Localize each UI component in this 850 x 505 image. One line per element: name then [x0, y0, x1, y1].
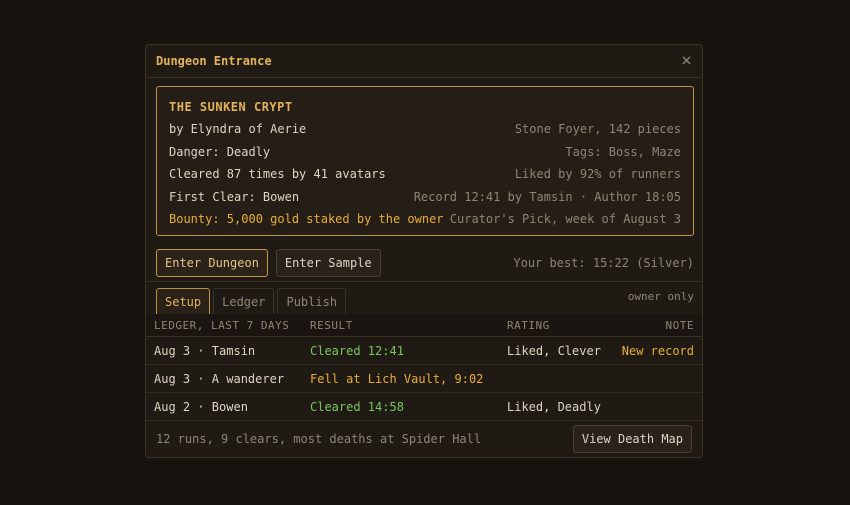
ledger-table: LEDGER, LAST 7 DAYS RESULT RATING NOTE A… [146, 314, 702, 421]
dialog-titlebar: Dungeon Entrance × [146, 45, 702, 78]
tab-ledger[interactable]: Ledger [213, 288, 275, 314]
dialog-footer: 12 runs, 9 clears, most deaths at Spider… [146, 420, 702, 457]
column-header-rating: RATING [507, 318, 550, 332]
column-header-note: NOTE [665, 318, 694, 332]
row-who: Aug 2 · Bowen [154, 399, 248, 414]
owner-only-note: owner only [627, 290, 694, 303]
action-bar: Enter Dungeon Enter Sample Your best: 15… [156, 248, 694, 278]
enter-dungeon-button[interactable]: Enter Dungeon [156, 249, 268, 277]
column-header-ledger: LEDGER, LAST 7 DAYS [154, 318, 290, 332]
info-row: by Elyndra of Aerie Stone Foyer, 142 pie… [169, 118, 681, 141]
dungeon-name: THE SUNKEN CRYPT [169, 100, 293, 114]
dungeon-entrance-dialog: Dungeon Entrance × THE SUNKEN CRYPT by E… [145, 44, 703, 458]
room-info: Stone Foyer, 142 pieces [514, 122, 681, 136]
curator-pick: Curator's Pick, week of August 3 [449, 212, 681, 226]
personal-best: Your best: 15:22 (Silver) [513, 256, 694, 270]
row-rating: Liked, Clever [507, 343, 601, 358]
enter-sample-button[interactable]: Enter Sample [275, 249, 381, 277]
author: by Elyndra of Aerie [169, 122, 307, 136]
table-header: LEDGER, LAST 7 DAYS RESULT RATING NOTE [146, 314, 702, 337]
close-icon[interactable]: × [681, 52, 692, 70]
tab-setup[interactable]: Setup [156, 288, 211, 314]
tab-publish[interactable]: Publish [277, 288, 347, 314]
like-ratio: Liked by 92% of runners [514, 167, 681, 181]
info-row: First Clear: Bowen Record 12:41 by Tamsi… [169, 186, 681, 209]
row-result: Cleared 12:41 [310, 343, 404, 358]
danger-level: Danger: Deadly [169, 144, 271, 159]
bounty: Bounty: 5,000 gold staked by the owner [169, 212, 444, 226]
table-row[interactable]: Aug 2 · Bowen Cleared 14:58 Liked, Deadl… [146, 393, 702, 421]
first-clear: First Clear: Bowen [169, 189, 300, 204]
info-row: Cleared 87 times by 41 avatars Liked by … [169, 163, 681, 186]
run-summary: 12 runs, 9 clears, most deaths at Spider… [156, 432, 482, 446]
column-header-result: RESULT [310, 318, 353, 332]
view-death-map-button[interactable]: View Death Map [572, 425, 692, 453]
row-note: New record [621, 343, 694, 358]
tags: Tags: Boss, Maze [565, 144, 681, 159]
info-row: Danger: Deadly Tags: Boss, Maze [169, 141, 681, 164]
dialog-title: Dungeon Entrance [156, 54, 272, 68]
table-row[interactable]: Aug 3 · A wanderer Fell at Lich Vault, 9… [146, 365, 702, 393]
row-who: Aug 3 · Tamsin [154, 343, 256, 358]
row-who: Aug 3 · A wanderer [154, 371, 285, 386]
clear-count: Cleared 87 times by 41 avatars [169, 167, 386, 181]
row-result: Cleared 14:58 [310, 399, 404, 414]
record-time: Record 12:41 by Tamsin · Author 18:05 [413, 189, 681, 204]
dungeon-info-card: THE SUNKEN CRYPT by Elyndra of Aerie Sto… [156, 86, 694, 236]
row-result: Fell at Lich Vault, 9:02 [310, 371, 484, 386]
info-row: Bounty: 5,000 gold staked by the owner C… [169, 208, 681, 231]
tab-bar: Setup Ledger Publish owner only [156, 288, 694, 314]
row-rating: Liked, Deadly [507, 399, 601, 414]
divider [146, 281, 702, 282]
table-row[interactable]: Aug 3 · Tamsin Cleared 12:41 Liked, Clev… [146, 337, 702, 365]
